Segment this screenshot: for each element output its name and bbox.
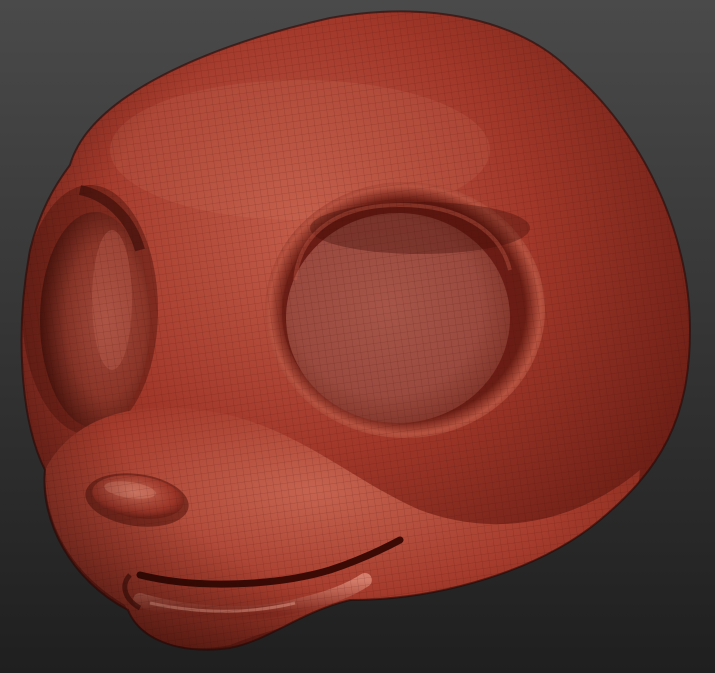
sculpt-render: [0, 0, 715, 673]
3d-viewport[interactable]: [0, 0, 715, 673]
